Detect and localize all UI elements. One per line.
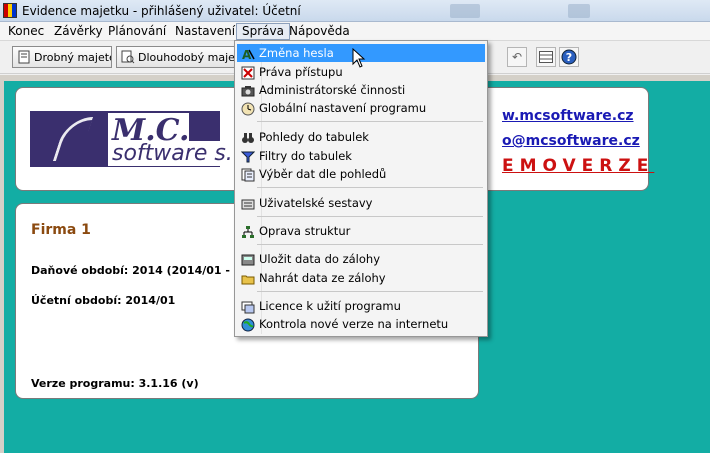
menu-item-nahrat-zalohu[interactable]: Nahrát data ze zálohy bbox=[237, 269, 485, 287]
save-backup-icon bbox=[240, 252, 255, 267]
menu-item-globalni-nastaveni[interactable]: Globální nastavení programu bbox=[237, 99, 485, 117]
menu-konec[interactable]: Konec bbox=[3, 23, 49, 40]
mouse-cursor-icon bbox=[352, 48, 366, 68]
load-backup-icon bbox=[240, 271, 255, 286]
globe-icon bbox=[240, 317, 255, 332]
mc-software-logo: M.C. software s. bbox=[30, 111, 235, 167]
email-link[interactable]: o@mcsoftware.cz bbox=[502, 133, 640, 149]
web-link[interactable]: w.mcsoftware.cz bbox=[502, 108, 634, 124]
tax-period: Daňové období: 2014 (2014/01 - 201 bbox=[31, 264, 257, 277]
structure-icon bbox=[240, 224, 255, 239]
dlouhodoby-majetek-label: Dlouhodobý majetek bbox=[138, 50, 239, 64]
admin-icon bbox=[240, 83, 255, 98]
data-select-icon bbox=[240, 167, 255, 182]
titlebar-ghost-button bbox=[450, 4, 480, 18]
title-bar: Evidence majetku - přihlášený uživatel: … bbox=[0, 0, 710, 22]
window-title: Evidence majetku - přihlášený uživatel: … bbox=[22, 4, 301, 18]
menu-napoveda[interactable]: Nápověda bbox=[284, 23, 355, 40]
svg-text:A: A bbox=[242, 48, 252, 61]
rights-icon bbox=[240, 65, 255, 80]
menu-bar: Konec Závěrky Plánování Nastavení Správa… bbox=[0, 22, 710, 41]
demo-version-label: EMOVERZE bbox=[502, 156, 655, 176]
menu-nastaveni[interactable]: Nastavení bbox=[170, 23, 240, 40]
sprava-dropdown-menu: A Změna hesla Práva přístupu Administrát… bbox=[234, 40, 488, 337]
menu-item-administratorske-cinnosti[interactable]: Administrátorské činnosti bbox=[237, 81, 485, 99]
license-icon bbox=[240, 299, 255, 314]
menu-sprava[interactable]: Správa bbox=[236, 23, 290, 40]
menu-item-oprava-struktur[interactable]: Oprava struktur bbox=[237, 222, 485, 240]
password-icon: A bbox=[240, 46, 255, 61]
program-version: Verze programu: 3.1.16 (v) bbox=[31, 377, 199, 390]
company-name: Firma 1 bbox=[31, 222, 91, 238]
filter-icon bbox=[240, 149, 255, 164]
menu-item-kontrola-verze[interactable]: Kontrola nové verze na internetu bbox=[237, 315, 485, 333]
drobny-majetek-button[interactable]: Drobný majetek bbox=[12, 46, 112, 68]
svg-text:?: ? bbox=[566, 51, 572, 64]
menu-zaverky[interactable]: Závěrky bbox=[49, 23, 108, 40]
global-settings-icon bbox=[240, 101, 255, 116]
menu-item-uzivatelske-sestavy[interactable]: Uživatelské sestavy bbox=[237, 194, 485, 212]
table-icon[interactable] bbox=[536, 47, 556, 67]
menu-item-filtry-do-tabulek[interactable]: Filtry do tabulek bbox=[237, 147, 485, 165]
titlebar-ghost-button bbox=[568, 4, 590, 18]
menu-item-pohledy-do-tabulek[interactable]: Pohledy do tabulek bbox=[237, 128, 485, 146]
reports-icon bbox=[240, 196, 255, 211]
undo-icon[interactable]: ↶ bbox=[507, 47, 527, 67]
binoculars-icon bbox=[240, 130, 255, 145]
menu-item-ulozit-zalohu[interactable]: Uložit data do zálohy bbox=[237, 250, 485, 268]
help-icon[interactable]: ? bbox=[559, 47, 579, 67]
menu-item-vyber-dat[interactable]: Výběr dat dle pohledů bbox=[237, 165, 485, 183]
accounting-period: Účetní období: 2014/01 bbox=[31, 294, 176, 307]
menu-planovani[interactable]: Plánování bbox=[103, 23, 171, 40]
drobny-majetek-label: Drobný majetek bbox=[34, 50, 111, 64]
document-icon bbox=[18, 50, 30, 64]
document-search-icon bbox=[121, 50, 135, 64]
dlouhodoby-majetek-button[interactable]: Dlouhodobý majetek bbox=[116, 46, 240, 68]
app-icon bbox=[3, 3, 17, 18]
menu-item-licence[interactable]: Licence k užití programu bbox=[237, 297, 485, 315]
